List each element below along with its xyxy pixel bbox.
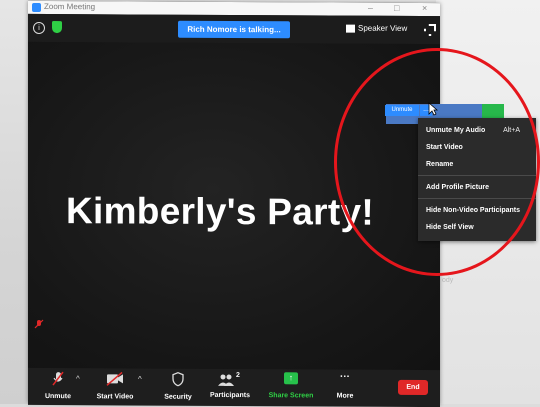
fullscreen-icon[interactable] bbox=[424, 24, 436, 36]
participants-icon: 2 bbox=[218, 372, 242, 387]
people-icon bbox=[218, 374, 234, 386]
close-button[interactable]: × bbox=[422, 3, 427, 13]
share-screen-label: Share Screen bbox=[268, 392, 314, 400]
annotation-circle bbox=[334, 48, 540, 276]
window-title: Zoom Meeting bbox=[44, 2, 96, 12]
more-label: More bbox=[336, 392, 354, 400]
zoom-app-icon bbox=[32, 2, 41, 12]
unmute-button[interactable]: Unmute bbox=[38, 371, 78, 400]
unmute-label: Unmute bbox=[44, 393, 72, 401]
security-label: Security bbox=[164, 393, 192, 401]
microphone-muted-icon bbox=[52, 371, 64, 386]
more-dots-icon: ··· bbox=[340, 371, 350, 383]
end-meeting-button[interactable]: End bbox=[398, 379, 428, 396]
security-shield-icon bbox=[172, 372, 184, 387]
meeting-toolbar: Unmute ^ Start Video ^ Security 2 Partic… bbox=[28, 367, 440, 407]
speaker-view-label: Speaker View bbox=[358, 23, 408, 33]
share-screen-icon: ↑ bbox=[264, 372, 318, 387]
participants-count: 2 bbox=[236, 372, 240, 380]
maximize-button[interactable]: □ bbox=[394, 3, 399, 13]
video-options-caret-icon[interactable]: ^ bbox=[138, 374, 142, 383]
video-off-icon bbox=[106, 371, 123, 386]
start-video-button[interactable]: Start Video bbox=[90, 371, 140, 400]
active-speaker-banner: Rich Nomore is talking... bbox=[178, 20, 290, 39]
more-button[interactable]: ··· More bbox=[330, 371, 360, 400]
security-button[interactable]: Security bbox=[156, 372, 200, 401]
encryption-shield-icon[interactable] bbox=[52, 21, 62, 34]
view-grid-icon bbox=[346, 24, 355, 33]
participants-label: Participants bbox=[209, 391, 251, 400]
start-video-label: Start Video bbox=[96, 393, 134, 401]
info-icon[interactable]: i bbox=[33, 21, 45, 35]
muted-mic-icon bbox=[34, 319, 44, 329]
participants-button[interactable]: 2 Participants bbox=[204, 372, 256, 399]
minimize-button[interactable]: – bbox=[368, 3, 373, 13]
share-screen-button[interactable]: ↑ Share Screen bbox=[264, 372, 318, 399]
audio-options-caret-icon[interactable]: ^ bbox=[76, 374, 80, 383]
speaker-view-button[interactable]: Speaker View bbox=[346, 24, 407, 33]
paper-text: ody bbox=[442, 277, 454, 284]
meeting-top-bar: i Rich Nomore is talking... Speaker View bbox=[28, 13, 440, 45]
